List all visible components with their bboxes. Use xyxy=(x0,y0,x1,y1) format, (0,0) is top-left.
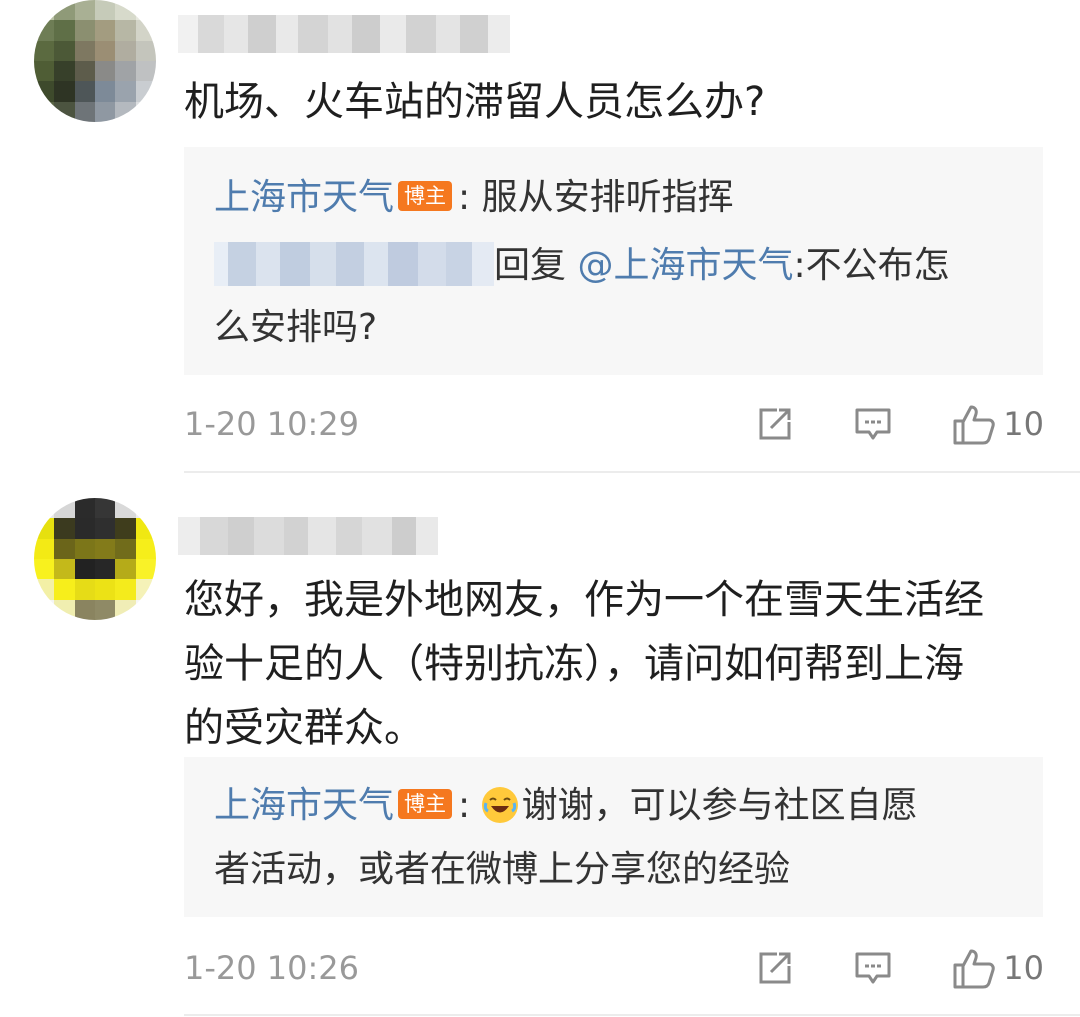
reply-line-continued: 者活动，或者在微博上分享您的经验 xyxy=(214,839,1014,901)
comment-text: 您好，我是外地网友，作为一个在雪天生活经 验十足的人（特别抗冻），请问如何帮到上… xyxy=(184,568,1014,760)
action-bar: 10 xyxy=(755,400,1044,448)
reply-box[interactable]: 上海市天气 博主: 谢谢，可以参与社区自愿 者活动，或者在微博上分享您的经验 xyxy=(184,757,1043,917)
sub-reply-username-blurred[interactable] xyxy=(214,242,494,286)
reply-text: 谢谢，可以参与社区自愿 xyxy=(521,785,918,826)
timestamp: 1-20 10:29 xyxy=(184,405,360,443)
divider xyxy=(184,1014,1080,1016)
comment-meta: 1-20 10:29 10 xyxy=(184,400,1044,448)
reply-separator: : xyxy=(458,785,471,826)
timestamp: 1-20 10:26 xyxy=(184,949,360,987)
comment-text-line: 验十足的人（特别抗冻），请问如何帮到上海 xyxy=(184,641,964,687)
reply-separator: : xyxy=(458,177,471,218)
repost-icon xyxy=(759,952,791,984)
sub-reply-text-continued: 么安排吗? xyxy=(214,307,378,348)
reply-text: 服从安排听指挥 xyxy=(481,177,734,218)
comment-meta: 1-20 10:26 10 xyxy=(184,944,1044,992)
reply-author-link[interactable]: 上海市天气 xyxy=(214,177,394,218)
comment-icon xyxy=(855,408,891,440)
like-button[interactable]: 10 xyxy=(951,944,1044,992)
comment-icon xyxy=(855,952,891,984)
like-count: 10 xyxy=(1003,405,1044,443)
comment-text-line: 的受灾群众。 xyxy=(184,705,424,751)
blogger-badge: 博主 xyxy=(398,181,453,211)
action-bar: 10 xyxy=(755,944,1044,992)
blogger-badge: 博主 xyxy=(398,789,453,819)
comment-item: 机场、火车站的滞留人员怎么办? 上海市天气 博主: 服从安排听指挥 回复 @上海市… xyxy=(0,0,1080,470)
username-blurred[interactable] xyxy=(178,12,510,56)
mention-link[interactable]: @上海市天气 xyxy=(577,245,793,286)
comment-button[interactable] xyxy=(853,400,893,448)
reply-box[interactable]: 上海市天气 博主: 服从安排听指挥 回复 @上海市天气:不公布怎 么安排吗? xyxy=(184,147,1043,375)
like-button[interactable]: 10 xyxy=(951,400,1044,448)
repost-button[interactable] xyxy=(755,400,795,448)
sub-reply-prefix: 回复 xyxy=(494,245,567,286)
sub-reply-text: :不公布怎 xyxy=(793,245,950,286)
comment-button[interactable] xyxy=(853,944,893,992)
avatar[interactable] xyxy=(34,0,156,122)
divider xyxy=(184,471,1080,473)
reply-line: 上海市天气 博主: 服从安排听指挥 xyxy=(214,167,1014,229)
comment-text-line: 您好，我是外地网友，作为一个在雪天生活经 xyxy=(184,577,984,623)
sub-reply-line-continued: 么安排吗? xyxy=(214,297,1014,359)
comment-item: 您好，我是外地网友，作为一个在雪天生活经 验十足的人（特别抗冻），请问如何帮到上… xyxy=(0,498,1080,1017)
reply-text-continued: 者活动，或者在微博上分享您的经验 xyxy=(214,849,791,890)
repost-icon xyxy=(759,408,791,440)
repost-button[interactable] xyxy=(755,944,795,992)
sub-reply-line: 回复 @上海市天气:不公布怎 xyxy=(214,235,1014,297)
username-blurred[interactable] xyxy=(178,514,438,558)
like-count: 10 xyxy=(1003,949,1044,987)
avatar[interactable] xyxy=(34,498,156,620)
thumbs-up-icon xyxy=(953,949,996,989)
laughing-tears-emoji-icon xyxy=(481,787,518,823)
reply-author-link[interactable]: 上海市天气 xyxy=(214,785,394,826)
thumbs-up-icon xyxy=(953,405,996,445)
reply-line: 上海市天气 博主: 谢谢，可以参与社区自愿 xyxy=(214,775,1014,837)
comment-text: 机场、火车站的滞留人员怎么办? xyxy=(184,79,766,125)
